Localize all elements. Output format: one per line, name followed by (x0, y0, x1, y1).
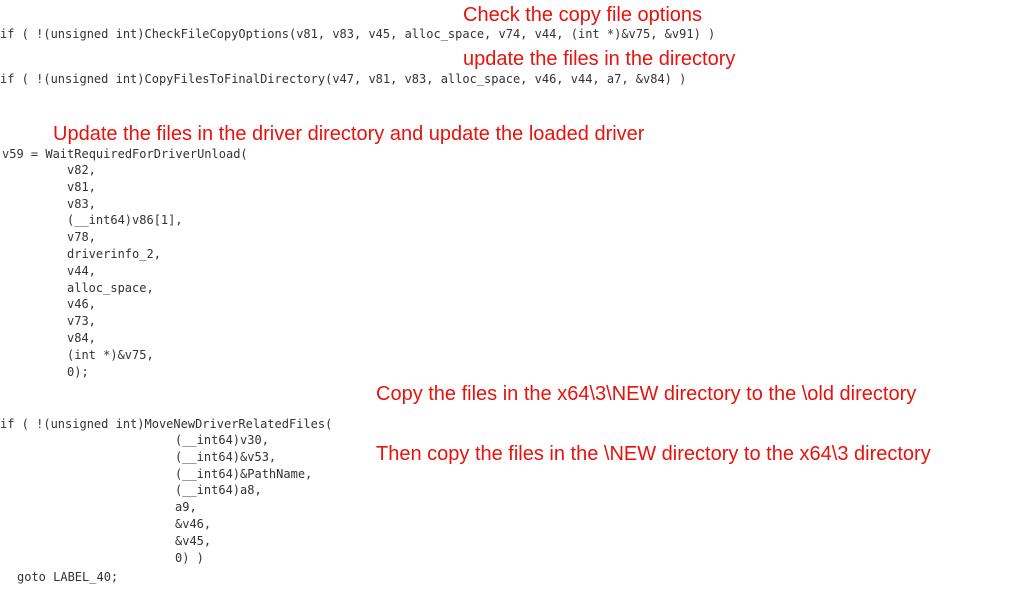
code-arg-line: v83, (67, 196, 96, 211)
annotation-check-copy-options: Check the copy file options (463, 4, 703, 26)
code-arg-line: (__int64)&v53, (175, 449, 277, 464)
code-arg-line: v81, (67, 179, 96, 194)
annotation-update-driver: Update the files in the driver directory… (53, 123, 645, 145)
code-arg-line: driverinfo_2, (67, 247, 161, 261)
code-arg-line: v44, (67, 263, 96, 278)
code-arg-line: (__int64)v86[1], (67, 213, 183, 228)
code-arg-line: &v46, (175, 517, 212, 531)
annotation-copy-to-old: Copy the files in the x64\3\NEW director… (376, 383, 917, 405)
code-arg-line: v46, (67, 297, 96, 312)
annotation-copy-to-x64: Then copy the files in the \NEW director… (376, 443, 931, 465)
code-line-goto-label: goto LABEL_40; (17, 570, 119, 584)
code-arg-line: v82, (67, 163, 96, 177)
code-arg-line: 0); (67, 364, 89, 379)
code-line-move-new-driver-related-files: if ( !(unsigned int)MoveNewDriverRelated… (0, 417, 333, 431)
code-line-copy-files-to-final-directory: if ( !(unsigned int)CopyFilesToFinalDire… (0, 72, 687, 86)
code-arg-line: (__int64)&PathName, (175, 466, 313, 481)
code-arg-line: (int *)&v75, (67, 347, 154, 362)
annotation-update-files: update the files in the directory (463, 48, 736, 70)
code-arg-line: v78, (67, 230, 96, 245)
code-line-check-file-copy-options: if ( !(unsigned int)CheckFileCopyOptions… (0, 27, 716, 41)
code-arg-line: v73, (67, 314, 96, 329)
code-arg-line: &v45, (175, 533, 212, 548)
code-arg-line: (__int64)a8, (175, 483, 262, 498)
code-arg-line: (__int64)v30, (175, 433, 269, 447)
code-arg-line: alloc_space, (67, 280, 154, 295)
code-arg-line: 0) ) (175, 550, 204, 565)
code-arg-line: a9, (175, 500, 197, 515)
code-line-wait-required-for-driver-unload: v59 = WaitRequiredForDriverUnload( (2, 147, 248, 161)
code-arg-line: v84, (67, 331, 96, 345)
